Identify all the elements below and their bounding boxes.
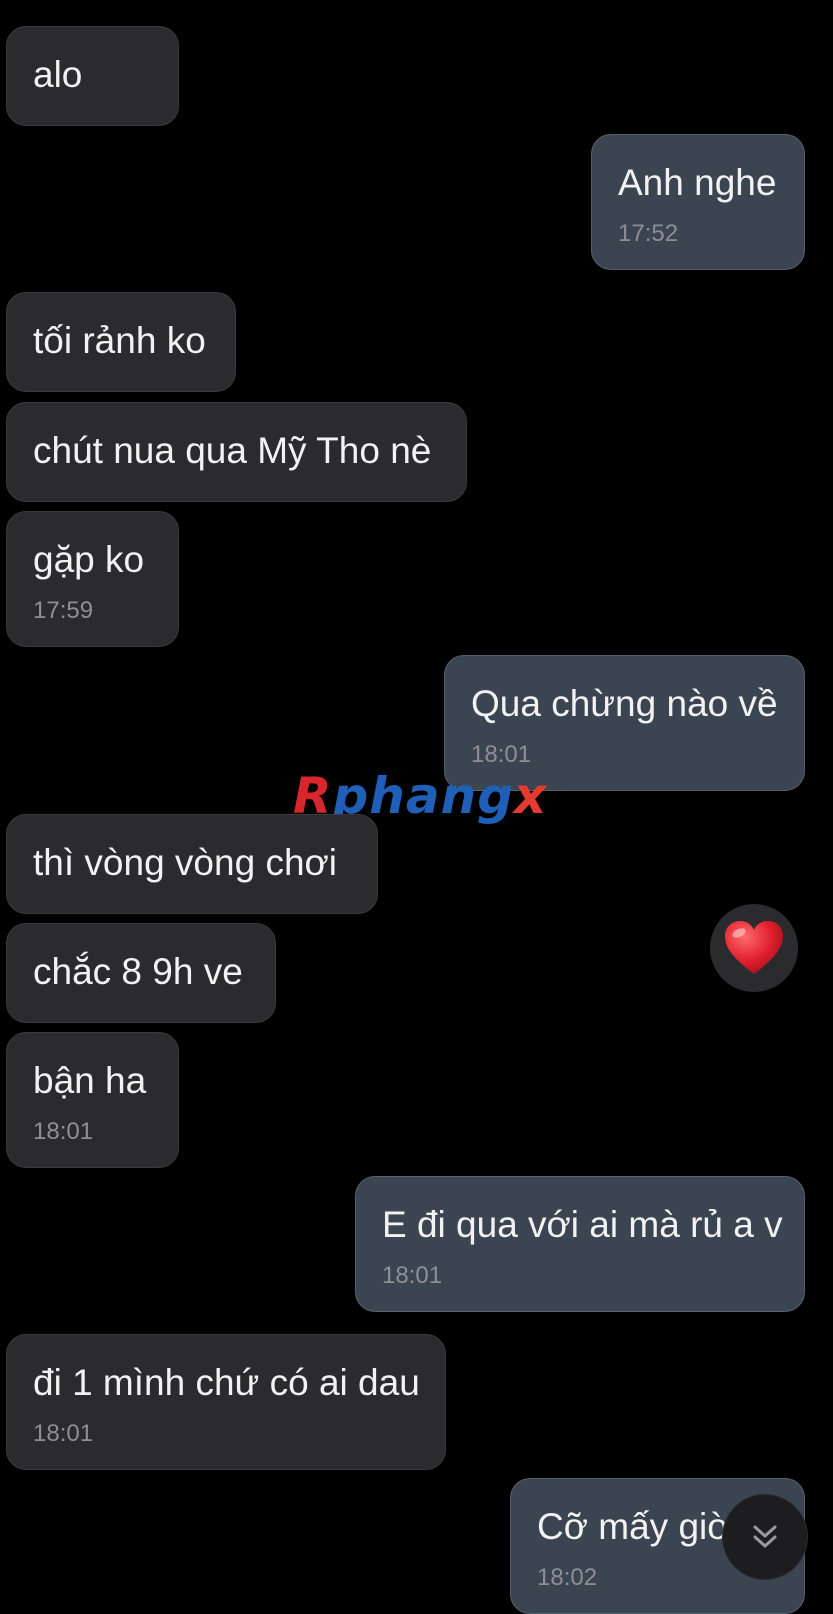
message-bubble-received[interactable]: alo xyxy=(6,26,179,126)
double-chevron-down-icon xyxy=(753,1525,777,1548)
message-text: gặp ko xyxy=(33,539,145,580)
message-timestamp: 17:59 xyxy=(33,597,94,624)
message-bubble-sent[interactable]: E đi qua với ai mà rủ a v 18:01 xyxy=(355,1176,805,1312)
message-timestamp: 18:01 xyxy=(33,1118,94,1145)
watermark-x: x xyxy=(514,767,548,825)
message-bubble-sent[interactable]: Anh nghe 17:52 xyxy=(591,134,805,270)
message-bubble-received[interactable]: bận ha 18:01 xyxy=(6,1032,179,1168)
message-text: chút nua qua Mỹ Tho nè xyxy=(33,430,432,471)
message-text: chắc 8 9h ve xyxy=(33,951,243,992)
message-text: tối rảnh ko xyxy=(33,320,206,361)
message-timestamp: 18:01 xyxy=(33,1420,94,1447)
message-text: alo xyxy=(33,54,83,95)
message-bubble-received[interactable]: thì vòng vòng chơi xyxy=(6,814,378,914)
message-text: Anh nghe xyxy=(618,162,777,203)
message-bubble-received[interactable]: gặp ko 17:59 xyxy=(6,511,179,647)
message-text: E đi qua với ai mà rủ a v xyxy=(382,1204,783,1245)
message-timestamp: 17:52 xyxy=(618,220,679,247)
message-bubble-received[interactable]: đi 1 mình chứ có ai dau 18:01 xyxy=(6,1334,446,1470)
message-text: Qua chừng nào về xyxy=(471,683,778,724)
message-text: Cỡ mấy giờ xyxy=(537,1506,732,1547)
message-bubble-received[interactable]: chút nua qua Mỹ Tho nè xyxy=(6,402,467,502)
message-timestamp: 18:01 xyxy=(382,1262,443,1289)
heart-reaction[interactable] xyxy=(710,904,798,992)
heart-icon xyxy=(725,921,783,974)
message-text: đi 1 mình chứ có ai dau xyxy=(33,1362,420,1403)
message-bubble-received[interactable]: tối rảnh ko xyxy=(6,292,236,392)
message-timestamp: 18:02 xyxy=(537,1564,598,1591)
message-bubble-received[interactable]: chắc 8 9h ve xyxy=(6,923,276,1023)
message-text: thì vòng vòng chơi xyxy=(33,842,338,883)
message-text: bận ha xyxy=(33,1060,147,1101)
scroll-to-bottom-button[interactable] xyxy=(722,1494,808,1580)
